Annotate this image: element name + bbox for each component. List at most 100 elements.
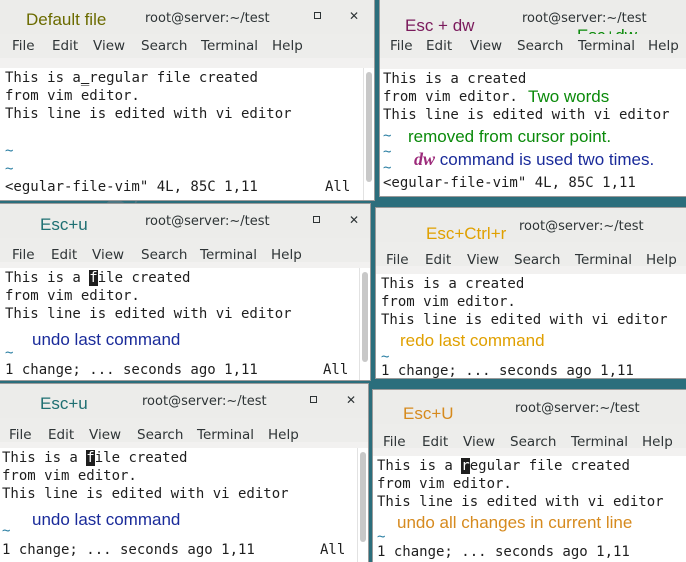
menu-file[interactable]: File bbox=[390, 38, 413, 54]
menu-edit[interactable]: Edit bbox=[426, 38, 452, 54]
scrollbar-thumb[interactable] bbox=[362, 272, 368, 362]
window-title: root@server:~/test bbox=[522, 11, 647, 26]
panel-caption: Esc+u bbox=[40, 394, 88, 413]
menu-edit[interactable]: Edit bbox=[425, 252, 451, 268]
buffer-line: This is a created bbox=[381, 276, 525, 292]
menu-file[interactable]: File bbox=[386, 252, 409, 268]
terminal-text-area[interactable]: This is a_regular file created from vim … bbox=[0, 68, 374, 200]
terminal-text-area[interactable]: This is a file created from vim editor. … bbox=[0, 448, 368, 562]
menu-view[interactable]: View bbox=[470, 38, 502, 54]
menu-view[interactable]: View bbox=[93, 38, 125, 54]
title-bar[interactable]: Esc+U root@server:~/test bbox=[373, 390, 686, 424]
menu-view[interactable]: View bbox=[463, 434, 495, 450]
maximize-icon[interactable] bbox=[308, 212, 324, 228]
menu-help[interactable]: Help bbox=[642, 434, 673, 450]
close-icon[interactable]: ✕ bbox=[346, 8, 362, 24]
status-position-all: All bbox=[323, 362, 349, 378]
menu-view[interactable]: View bbox=[92, 247, 124, 263]
menu-file[interactable]: File bbox=[12, 247, 35, 263]
close-icon[interactable]: ✕ bbox=[346, 212, 362, 228]
menu-help[interactable]: Help bbox=[648, 38, 679, 54]
menu-search[interactable]: Search bbox=[141, 38, 187, 54]
window-title: root@server:~/test bbox=[145, 11, 270, 26]
menu-terminal[interactable]: Terminal bbox=[571, 434, 628, 450]
empty-line-marker: ~ bbox=[383, 160, 392, 176]
title-bar[interactable]: Esc+u root@server:~/test ✕ bbox=[0, 384, 368, 418]
menu-file[interactable]: File bbox=[383, 434, 406, 450]
menu-search[interactable]: Search bbox=[141, 247, 187, 263]
scrollbar[interactable] bbox=[357, 448, 368, 562]
scrollbar[interactable] bbox=[359, 268, 370, 380]
menu-file[interactable]: File bbox=[12, 38, 35, 54]
menu-search[interactable]: Search bbox=[137, 427, 183, 443]
buffer-line: This is a file created bbox=[5, 270, 191, 286]
menu-terminal[interactable]: Terminal bbox=[578, 38, 635, 54]
annotation-dw-command: dw command is used two times. bbox=[414, 149, 655, 169]
status-position-all: All bbox=[320, 542, 346, 558]
buffer-line: from vim editor. bbox=[377, 476, 512, 492]
terminal-text-area[interactable]: This is a regular file created from vim … bbox=[373, 456, 686, 562]
cursor: f bbox=[89, 270, 98, 286]
menu-view[interactable]: View bbox=[467, 252, 499, 268]
terminal-text-area[interactable]: This is a created from vim editor. This … bbox=[376, 274, 686, 378]
annotation-undo-line: undo all changes in current line bbox=[397, 513, 633, 532]
menu-help[interactable]: Help bbox=[646, 252, 677, 268]
title-bar[interactable]: Default file root@server:~/test ✕ bbox=[0, 0, 374, 34]
window-title: root@server:~/test bbox=[519, 219, 644, 234]
scrollbar-thumb[interactable] bbox=[360, 452, 366, 542]
title-bar[interactable]: Esc + dw root@server:~/test bbox=[380, 0, 686, 35]
menu-view[interactable]: View bbox=[89, 427, 121, 443]
empty-line-marker: ~ bbox=[5, 345, 14, 361]
vim-status-line: <egular-file-vim" 4L, 85C 1,11 All bbox=[5, 179, 351, 195]
menu-search[interactable]: Search bbox=[510, 434, 556, 450]
buffer-line: from vim editor. bbox=[5, 288, 140, 304]
panel-caption: Default file bbox=[26, 10, 107, 29]
menu-terminal[interactable]: Terminal bbox=[200, 247, 257, 263]
maximize-icon[interactable] bbox=[305, 392, 321, 408]
menu-edit[interactable]: Edit bbox=[51, 247, 77, 263]
annotation-removed: removed from cursor point. bbox=[408, 127, 612, 146]
menu-file[interactable]: File bbox=[9, 427, 32, 443]
menu-help[interactable]: Help bbox=[272, 38, 303, 54]
window-title: root@server:~/test bbox=[515, 401, 640, 416]
buffer-line: This is a regular file created bbox=[377, 458, 630, 474]
menu-help[interactable]: Help bbox=[268, 427, 299, 443]
menu-terminal[interactable]: Terminal bbox=[197, 427, 254, 443]
menu-help[interactable]: Help bbox=[271, 247, 302, 263]
menu-terminal[interactable]: Terminal bbox=[575, 252, 632, 268]
title-bar[interactable]: Esc+Ctrl+r root@server:~/test bbox=[376, 208, 686, 243]
window-title: root@server:~/test bbox=[142, 394, 267, 409]
menu-edit[interactable]: Edit bbox=[422, 434, 448, 450]
status-position-all: All bbox=[325, 179, 351, 195]
annotation-undo: undo last command bbox=[32, 510, 181, 529]
panel-caption: Esc+U bbox=[403, 404, 454, 423]
terminal-window-redo: Esc+Ctrl+r root@server:~/test File Edit … bbox=[376, 208, 686, 378]
menu-bar: File Edit View Search Terminal Help bbox=[380, 34, 686, 58]
menu-edit[interactable]: Edit bbox=[52, 38, 78, 54]
vim-status-line: 1 change; ... seconds ago 1,11 All bbox=[5, 362, 349, 378]
menu-search[interactable]: Search bbox=[514, 252, 560, 268]
title-bar[interactable]: Esc+u root@server:~/test ✕ bbox=[0, 204, 370, 238]
terminal-window-undo: Esc+u root@server:~/test ✕ File Edit Vie… bbox=[0, 204, 370, 380]
vim-status-line: 1 change; ... seconds ago 1,11 bbox=[377, 544, 630, 560]
buffer-line: This is a file created bbox=[2, 450, 188, 466]
vim-status-line: <egular-file-vim" 4L, 85C 1,11 bbox=[383, 175, 636, 191]
buffer-line: This is a created bbox=[383, 71, 527, 87]
cursor: f bbox=[86, 450, 95, 466]
scrollbar-thumb[interactable] bbox=[366, 72, 372, 182]
maximize-icon[interactable] bbox=[309, 8, 325, 24]
close-icon[interactable]: ✕ bbox=[343, 392, 359, 408]
menu-bar: File Edit View Search Terminal Help bbox=[0, 34, 374, 58]
empty-line-marker: ~ bbox=[2, 523, 11, 539]
panel-caption: Esc+u bbox=[40, 215, 88, 234]
scrollbar[interactable] bbox=[363, 68, 374, 200]
buffer-line: from vim editor. bbox=[383, 89, 518, 105]
terminal-window-undo-2: Esc+u root@server:~/test ✕ File Edit Vie… bbox=[0, 384, 368, 562]
vim-status-line: 1 change; ... seconds ago 1,11 All bbox=[2, 542, 346, 558]
buffer-line: This line is edited with vi editor bbox=[383, 107, 670, 123]
menu-edit[interactable]: Edit bbox=[48, 427, 74, 443]
menu-terminal[interactable]: Terminal bbox=[201, 38, 258, 54]
empty-line-marker: ~ bbox=[5, 161, 14, 177]
menu-search[interactable]: Search bbox=[517, 38, 563, 54]
terminal-text-area[interactable]: This is a file created from vim editor. … bbox=[0, 268, 370, 380]
